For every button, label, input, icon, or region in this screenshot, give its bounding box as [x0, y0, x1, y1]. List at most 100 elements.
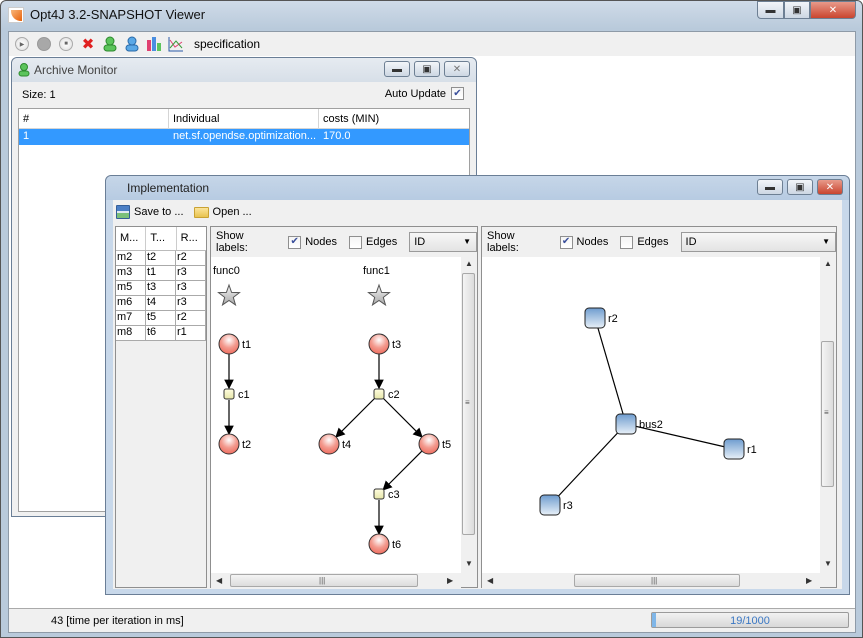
scroll-left-icon[interactable]: ◀: [216, 576, 222, 585]
size-label: Size: 1: [22, 89, 56, 101]
scroll-left-icon[interactable]: ◀: [487, 576, 493, 585]
archive-close-button[interactable]: ✕: [444, 61, 470, 77]
table-row[interactable]: m5 t3 r3: [116, 281, 206, 296]
app-icon: [8, 7, 24, 23]
edge-c2-t4: [335, 397, 376, 438]
task-label-t2: t2: [242, 439, 251, 451]
chevron-down-icon: ▼: [463, 237, 471, 246]
scroll-right-icon[interactable]: ▶: [806, 576, 812, 585]
resource-label-r3: r3: [563, 500, 573, 512]
vertical-scroll-thumb[interactable]: ≡: [821, 341, 834, 487]
nodes-toggle[interactable]: ✔ Nodes: [559, 235, 608, 249]
edges-checkbox[interactable]: [620, 235, 634, 249]
task-label-t6: t6: [392, 539, 401, 551]
table-row[interactable]: m6 t4 r3: [116, 296, 206, 311]
pareto-plot-button[interactable]: [168, 36, 184, 52]
nodes-toggle[interactable]: ✔ Nodes: [288, 235, 337, 249]
impl-close-button[interactable]: ✕: [817, 179, 843, 195]
main-toolbar: ▶ ■ ✖ specification: [9, 32, 855, 56]
edges-checkbox[interactable]: [349, 235, 363, 249]
save-to-button[interactable]: Save to ...: [116, 205, 184, 219]
resource-node-r3[interactable]: [539, 494, 561, 516]
resource-node-r2[interactable]: [584, 307, 606, 329]
specification-button[interactable]: specification: [194, 37, 260, 51]
table-row[interactable]: m3 t1 r3: [116, 266, 206, 281]
close-icon: ✕: [828, 4, 838, 16]
task-node-t3[interactable]: [368, 333, 390, 355]
cell-mapping: m2: [116, 251, 146, 265]
cell-mapping: m7: [116, 311, 146, 325]
label-type-select[interactable]: ID ▼: [680, 232, 836, 252]
stop-button[interactable]: [36, 36, 52, 52]
label-type-select[interactable]: ID ▼: [409, 232, 477, 252]
architecture-graph-canvas[interactable]: r1 r2 r3 bus2: [482, 257, 820, 573]
edges-toggle[interactable]: Edges: [620, 235, 669, 249]
resource-node-r1[interactable]: [723, 438, 745, 460]
resource-node-bus2[interactable]: [615, 413, 637, 435]
edges-label: Edges: [366, 236, 398, 248]
pause-button[interactable]: ■: [58, 36, 74, 52]
comm-node-c2[interactable]: [373, 388, 385, 400]
terminate-button[interactable]: ✖: [80, 36, 96, 53]
implementation-title-bar[interactable]: Implementation ▬ ▣ ✕: [106, 176, 849, 200]
scroll-up-icon[interactable]: ▲: [465, 259, 473, 268]
nodes-checkbox[interactable]: ✔: [288, 235, 302, 249]
cell-resource: r2: [176, 251, 206, 265]
application-graph-canvas[interactable]: func0 func1 t1 t2 t3 t4 t5 t6 c1 c2 c3: [211, 257, 461, 573]
play-button[interactable]: ▶: [14, 36, 30, 52]
convergence-plot-button[interactable]: [146, 36, 162, 52]
function-star-func1[interactable]: [367, 283, 391, 307]
task-node-t6[interactable]: [368, 533, 390, 555]
scroll-down-icon[interactable]: ▼: [465, 559, 473, 568]
edges-toggle[interactable]: Edges: [349, 235, 398, 249]
column-header-costs[interactable]: costs (MIN): [319, 109, 469, 128]
horizontal-scroll-thumb[interactable]: |||: [230, 574, 418, 587]
auto-update-toggle[interactable]: Auto Update ✔: [385, 87, 464, 100]
column-header-individual[interactable]: Individual: [169, 109, 319, 128]
horizontal-scroll-thumb[interactable]: |||: [574, 574, 740, 587]
close-icon: ✕: [452, 63, 462, 75]
close-button[interactable]: ✕: [810, 1, 856, 19]
cell-resource: r2: [176, 311, 206, 325]
iteration-time-text: 43 [time per iteration in ms]: [51, 615, 184, 627]
comm-node-c3[interactable]: [373, 488, 385, 500]
function-star-func0[interactable]: [217, 283, 241, 307]
auto-update-checkbox[interactable]: ✔: [451, 87, 464, 100]
application-horizontal-scrollbar[interactable]: ◀ ||| ▶: [211, 573, 461, 589]
archive-maximize-button[interactable]: ▣: [414, 61, 440, 77]
task-node-t2[interactable]: [218, 433, 240, 455]
archive-monitor-button[interactable]: [102, 36, 118, 52]
maximize-button[interactable]: ▣: [784, 1, 810, 19]
scroll-down-icon[interactable]: ▼: [824, 559, 832, 568]
minimize-button[interactable]: ▬: [757, 1, 784, 19]
archive-minimize-button[interactable]: ▬: [384, 61, 410, 77]
comm-node-c1[interactable]: [223, 388, 235, 400]
task-node-t4[interactable]: [318, 433, 340, 455]
scroll-up-icon[interactable]: ▲: [824, 259, 832, 268]
maximize-icon: ▣: [422, 63, 432, 75]
column-header-mapping[interactable]: M...: [116, 227, 147, 250]
architecture-vertical-scrollbar[interactable]: ▲ ≡ ▼: [820, 257, 836, 573]
scroll-right-icon[interactable]: ▶: [447, 576, 453, 585]
table-row[interactable]: m7 t5 r2: [116, 311, 206, 326]
nodes-checkbox[interactable]: ✔: [559, 235, 573, 249]
impl-minimize-button[interactable]: ▬: [757, 179, 783, 195]
table-row[interactable]: m2 t2 r2: [116, 251, 206, 266]
blue-user-icon: [125, 36, 139, 52]
population-monitor-button[interactable]: [124, 36, 140, 52]
open-button[interactable]: Open ...: [193, 206, 252, 218]
column-header-resource[interactable]: R...: [177, 227, 206, 250]
cell-resource: r3: [176, 296, 206, 310]
application-vertical-scrollbar[interactable]: ▲ ≡ ▼: [461, 257, 477, 573]
vertical-scroll-thumb[interactable]: ≡: [462, 273, 475, 535]
table-row[interactable]: m8 t6 r1: [116, 326, 206, 341]
table-row[interactable]: 1 net.sf.opendse.optimization... 170.0: [19, 129, 469, 145]
column-header-task[interactable]: T...: [146, 227, 177, 250]
archive-monitor-title-bar[interactable]: Archive Monitor ▬ ▣ ✕: [12, 58, 476, 82]
task-node-t1[interactable]: [218, 333, 240, 355]
column-header-index[interactable]: #: [19, 109, 169, 128]
impl-maximize-button[interactable]: ▣: [787, 179, 813, 195]
task-node-t5[interactable]: [418, 433, 440, 455]
architecture-horizontal-scrollbar[interactable]: ◀ ||| ▶: [482, 573, 820, 589]
show-labels-label: Show labels:: [216, 230, 248, 254]
